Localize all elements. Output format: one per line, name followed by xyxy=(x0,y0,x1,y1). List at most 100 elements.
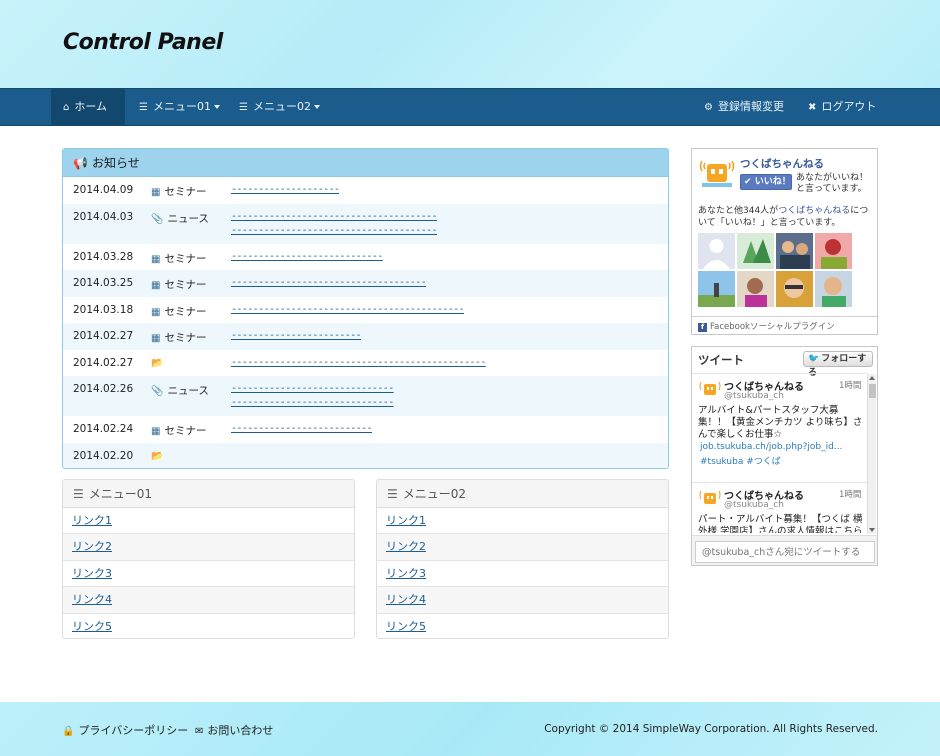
news-link[interactable]: ------------------------------ ---------… xyxy=(231,382,394,410)
menu01-link-5[interactable]: リンク5 xyxy=(72,620,112,633)
calendar-icon: ▦ xyxy=(151,280,161,291)
fb-like-status: あなたがいいね！と言っています。 xyxy=(796,173,869,194)
nav-profile-edit[interactable]: ⚙ 登録情報変更 xyxy=(692,89,796,125)
gear-icon: ⚙ xyxy=(704,102,713,113)
news-row: 2014.02.27 ▦ セミナー -----------------------… xyxy=(63,323,668,350)
news-link[interactable]: ---------------------------- xyxy=(231,250,383,264)
contact-link[interactable]: ✉ お問い合わせ xyxy=(195,722,273,738)
avatar[interactable] xyxy=(776,233,813,269)
news-link[interactable]: ------------------------------------ xyxy=(231,276,426,290)
list-item: リンク4 xyxy=(377,587,668,614)
facebook-icon: f xyxy=(698,323,707,332)
avatar[interactable] xyxy=(698,487,722,509)
news-row: 2014.02.27 📂 ---------------------------… xyxy=(73,356,486,370)
news-link[interactable]: ------------------------ xyxy=(231,329,361,343)
news-row: 2014.04.03 📎 ニュース -----------------------… xyxy=(63,203,668,244)
menu02-link-5[interactable]: リンク5 xyxy=(386,620,426,633)
folder-open-icon: 📂 xyxy=(151,357,164,369)
menu01-link-4[interactable]: リンク4 xyxy=(72,593,112,606)
tweet-handle[interactable]: @tsukuba_ch xyxy=(724,391,784,401)
avatar[interactable] xyxy=(698,233,735,269)
list-item: リンク2 xyxy=(63,534,354,561)
nav-home[interactable]: ⌂ ホーム xyxy=(51,89,125,125)
menu01-header: ☰ メニュー01 xyxy=(63,480,354,508)
nav-logout[interactable]: ✖ ログアウト xyxy=(796,89,888,125)
paperclip-icon: 📎 xyxy=(151,213,164,225)
menu01-link-1[interactable]: リンク1 xyxy=(72,514,112,527)
nav-menu02[interactable]: ☰ メニュー02 xyxy=(227,89,332,125)
fb-like-button[interactable]: ✔ いいね！ xyxy=(740,174,792,190)
scroll-down-icon[interactable] xyxy=(869,528,875,532)
scroll-up-icon[interactable] xyxy=(869,376,875,380)
news-header: 📢 お知らせ xyxy=(63,149,668,177)
scrollbar-thumb[interactable] xyxy=(869,384,876,398)
list-item: リンク5 xyxy=(63,614,354,638)
tweet-text: アルバイト&パートスタッフ大募集！！【黄金メンチカツ より味ち】さんで楽しくお仕… xyxy=(698,405,863,440)
list-item: リンク1 xyxy=(63,508,354,535)
avatar[interactable] xyxy=(737,271,774,307)
footer: 🔒 プライバシーポリシー ✉ お問い合わせ Copyright © 2014 Sim… xyxy=(0,702,940,756)
list-icon: ☰ xyxy=(139,102,148,113)
avatar[interactable] xyxy=(737,233,774,269)
paperclip-icon: 📎 xyxy=(151,386,164,397)
calendar-icon: ▦ xyxy=(151,333,161,344)
menu02-header: ☰ メニュー02 xyxy=(377,480,668,508)
list-icon: ☰ xyxy=(73,487,84,501)
avatar[interactable] xyxy=(815,233,852,269)
news-row: 2014.03.18 ▦ セミナー -----------------------… xyxy=(73,303,465,318)
menu02-link-3[interactable]: リンク3 xyxy=(386,567,426,580)
nav-menu01[interactable]: ☰ メニュー01 xyxy=(127,89,232,125)
news-row: 2014.02.26 📎 ニュース -----------------------… xyxy=(63,376,668,416)
avatar[interactable] xyxy=(698,271,735,307)
fb-page-name[interactable]: つくばちゃんねる xyxy=(740,156,824,171)
tweet-list[interactable]: つくばちゃんねる @tsukuba_ch 1時間 アルバイト&パートスタッフ大募… xyxy=(692,373,867,533)
fb-like-summary: あなたと他344人がつくばちゃんねるについて「いいね！」と言っています。 xyxy=(698,206,869,228)
tweet-list-scrollbar[interactable] xyxy=(867,374,876,534)
avatar[interactable] xyxy=(776,271,813,307)
envelope-icon: ✉ xyxy=(195,726,204,737)
menu02-link-2[interactable]: リンク2 xyxy=(386,540,426,553)
calendar-icon: ▦ xyxy=(151,426,161,437)
navbar: ⌂ ホーム ☰ メニュー01 ☰ メニュー02 ⚙ 登録情報変更 ✖ ログアウト xyxy=(0,88,940,126)
avatar[interactable] xyxy=(815,271,852,307)
tweet-text: パート・アルバイト募集！【つくば 横外様 学園店】さんの求人情報はこちら xyxy=(698,514,863,533)
tweet-handle[interactable]: @tsukuba_ch xyxy=(724,500,784,510)
twitter-widget-title: ツイート xyxy=(698,353,744,367)
news-row: 2014.02.24 ▦ セミナー -----------------------… xyxy=(73,422,372,437)
menu02-link-4[interactable]: リンク4 xyxy=(386,593,426,606)
news-link[interactable]: -------------------------- xyxy=(231,422,372,436)
news-link[interactable]: ----------------------------------------… xyxy=(231,356,486,370)
menu02-link-1[interactable]: リンク1 xyxy=(386,514,426,527)
list-item: リンク4 xyxy=(63,587,354,614)
caret-down-icon xyxy=(313,105,320,109)
news-link[interactable]: ----------------------------------------… xyxy=(231,303,464,317)
tweet-time[interactable]: 1時間 xyxy=(839,488,861,500)
menu01-link-3[interactable]: リンク3 xyxy=(72,567,112,580)
megaphone-icon: 📢 xyxy=(73,156,88,170)
list-item: リンク2 xyxy=(377,534,668,561)
calendar-icon: ▦ xyxy=(151,306,161,318)
twitter-follow-button[interactable]: 🐦 フォローする xyxy=(803,351,873,378)
news-panel: 📢 お知らせ 2014.04.09 ▦ セミナー -----------------… xyxy=(62,148,669,469)
menu02-panel: ☰ メニュー02 リンク1 リンク2 リンク3 リンク4 リンク5 xyxy=(376,479,669,639)
lock-icon: 🔒 xyxy=(62,726,75,737)
tsukuba-channel-logo[interactable] xyxy=(698,155,736,189)
caret-down-icon xyxy=(213,105,220,109)
tweet-time[interactable]: 1時間 xyxy=(839,379,861,391)
site-title: Control Panel xyxy=(63,30,223,55)
header: Control Panel xyxy=(0,0,940,88)
list-item: リンク5 xyxy=(377,614,668,638)
news-link[interactable]: -------------------- xyxy=(231,183,339,197)
calendar-icon: ▦ xyxy=(151,253,161,265)
tweet-compose-input[interactable] xyxy=(695,541,875,563)
avatar[interactable] xyxy=(698,378,722,400)
news-link[interactable]: -------------------------------------- -… xyxy=(231,210,437,238)
privacy-policy-link[interactable]: 🔒 プライバシーポリシー xyxy=(62,722,188,738)
tweet-url[interactable]: job.tsukuba.ch/job.php?job_id... xyxy=(700,442,862,452)
twitter-bird-icon: 🐦 xyxy=(808,354,820,364)
menu01-link-2[interactable]: リンク2 xyxy=(72,540,112,553)
twitter-widget: ツイート 🐦 フォローする つくばちゃんねる @tsukuba_ch 1時間 アル… xyxy=(691,346,878,566)
folder-open-icon: 📂 xyxy=(151,450,164,462)
tweet-hashtags[interactable]: #tsukuba #つくば xyxy=(700,454,781,467)
list-icon: ☰ xyxy=(387,487,398,501)
